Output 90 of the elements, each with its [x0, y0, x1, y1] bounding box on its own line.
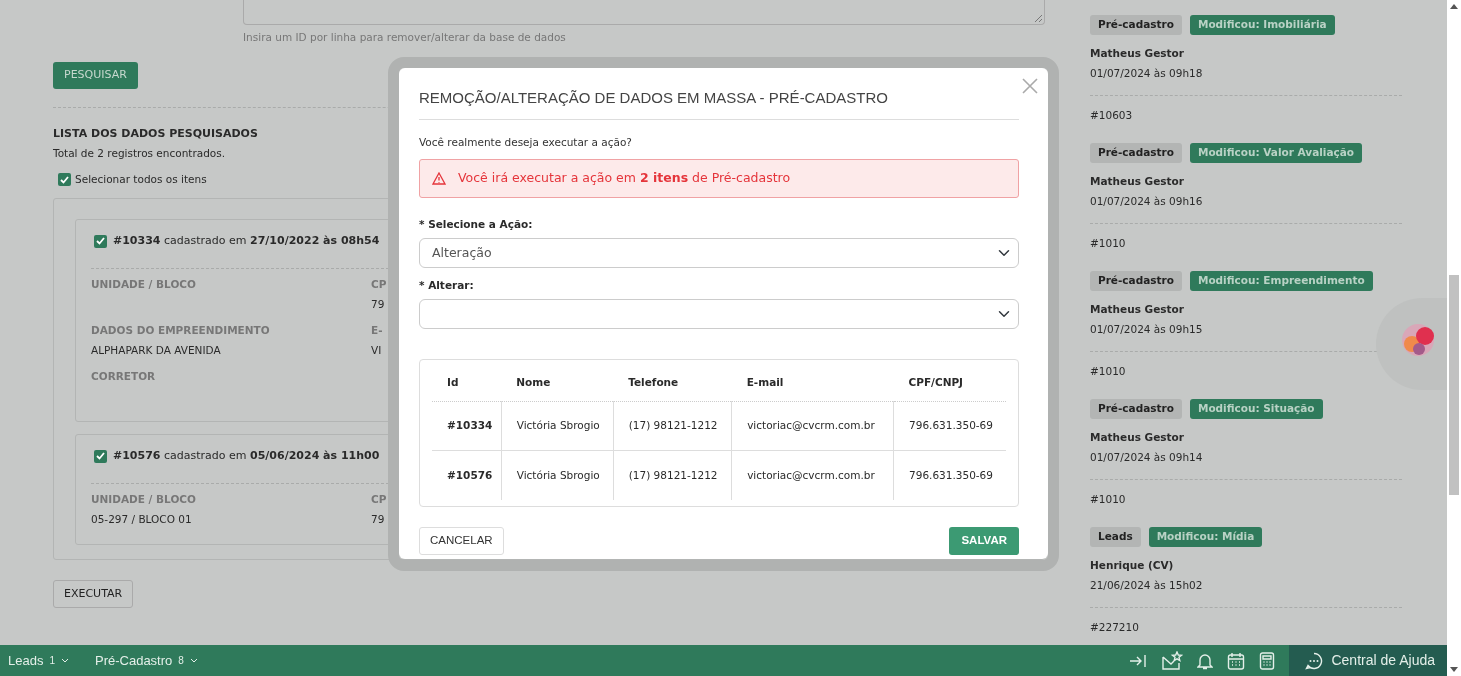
record-id: #10603 — [1090, 108, 1134, 124]
chevron-down-icon — [61, 658, 69, 663]
collapse-arrow-icon[interactable] — [1129, 652, 1148, 669]
search-button[interactable]: PESQUISAR — [53, 61, 138, 89]
scroll-down-icon[interactable] — [1450, 667, 1458, 672]
section-heading: LISTA DOS DADOS PESQUISADOS — [53, 125, 258, 142]
bottom-tab[interactable]: Leads 1 — [8, 650, 69, 671]
activity-date: 21/06/2024 às 15h02 — [1090, 577, 1204, 593]
column-header: CPF/CNPJ — [893, 363, 1006, 402]
activity-date: 01/07/2024 às 09h16 — [1090, 193, 1204, 209]
warning-alert: Você irá executar a ação em 2 itens de Pré-cadastro — [419, 159, 1019, 199]
user-name: Matheus Gestor — [1090, 45, 1185, 61]
activity-date: 01/07/2024 às 09h18 — [1090, 65, 1204, 81]
column-header: Nome — [501, 363, 614, 402]
table-cell: 796.631.350-69 — [893, 401, 1006, 451]
table-cell: (17) 98121-1212 — [613, 401, 732, 451]
activity-date: 01/07/2024 às 09h14 — [1090, 449, 1204, 465]
scrollbar-thumb[interactable] — [1449, 275, 1459, 495]
field-value: 05-297 / BLOCO 01 — [91, 511, 193, 527]
resize-grip-icon — [1035, 15, 1042, 22]
field-label: * Alterar: — [419, 278, 475, 293]
table-cell: (17) 98121-1212 — [613, 450, 732, 500]
field-hint: Insira um ID por linha para remover/alterar da base de dados — [243, 30, 566, 45]
scroll-up-icon[interactable] — [1450, 4, 1458, 9]
action-select[interactable]: Alteração — [419, 238, 1019, 268]
record-id: #1010 — [1090, 364, 1127, 380]
activity-date: 01/07/2024 às 09h15 — [1090, 321, 1204, 337]
modal-title: REMOÇÃO/ALTERAÇÃO DE DADOS EM MASSA - PRÉ-CADASTRO — [419, 68, 1019, 120]
chat-icon — [1305, 651, 1324, 670]
result-count: Total de 2 registros encontrados. — [53, 146, 226, 162]
checkbox[interactable] — [94, 449, 107, 463]
record-id: #1010 — [1090, 236, 1127, 252]
field-value: ALPHAPARK DA AVENIDA — [91, 342, 222, 358]
change-tag: Modificou: Imobiliária — [1189, 15, 1335, 35]
field-label: UNIDADE / BLOCO — [91, 491, 197, 507]
checkbox-label: Selecionar todos os itens — [75, 172, 207, 187]
checkbox[interactable] — [94, 234, 107, 248]
record-id: #1010 — [1090, 492, 1127, 508]
field-label: CP — [371, 491, 387, 507]
cancel-button[interactable]: CANCELAR — [419, 526, 504, 555]
change-tag: Modificou: Mídia — [1148, 527, 1263, 547]
user-name: Henrique (CV) — [1090, 557, 1175, 573]
field-label: UNIDADE / BLOCO — [91, 276, 197, 292]
bell-icon[interactable] — [1197, 651, 1214, 670]
column-header: E-mail — [731, 363, 894, 402]
user-name: Matheus Gestor — [1090, 173, 1185, 189]
module-tag: Pré-cadastro — [1090, 271, 1182, 291]
table-cell: #10334 — [432, 401, 502, 451]
record-id: #227210 — [1090, 620, 1140, 636]
column-header: Telefone — [613, 363, 732, 402]
warning-icon — [432, 172, 446, 186]
change-tag: Modificou: Valor Avaliação — [1189, 143, 1363, 163]
module-tag: Pré-cadastro — [1090, 15, 1182, 35]
field-label: E- — [371, 322, 383, 338]
table-cell: victoriac@cvcrm.com.br — [731, 401, 894, 451]
table-cell: Victória Sbrogio — [501, 450, 614, 500]
record-title: #10576 cadastrado em 05/06/2024 às 11h00 — [113, 448, 380, 464]
table-cell: victoriac@cvcrm.com.br — [731, 450, 894, 500]
table-cell: #10576 — [432, 450, 502, 500]
mail-star-icon[interactable] — [1161, 650, 1184, 671]
help-center-button[interactable]: Central de Ajuda — [1289, 645, 1447, 676]
save-button[interactable]: SALVAR — [949, 526, 1019, 555]
execute-button[interactable]: EXECUTAR — [53, 579, 134, 608]
calendar-icon[interactable] — [1227, 651, 1246, 670]
change-tag: Modificou: Empreendimento — [1189, 271, 1373, 291]
field-value: 79 — [371, 511, 386, 527]
field-label: DADOS DO EMPREENDIMENTO — [91, 322, 271, 338]
column-header: Id — [432, 363, 502, 402]
chevron-down-icon — [189, 658, 198, 663]
record-title: #10334 cadastrado em 27/10/2022 às 08h54 — [113, 233, 380, 249]
module-tag: Pré-cadastro — [1090, 143, 1182, 163]
checkbox[interactable] — [58, 173, 71, 187]
change-tag: Modificou: Situação — [1189, 399, 1323, 419]
textarea-field[interactable] — [243, 0, 1045, 25]
close-button[interactable] — [1022, 78, 1038, 95]
table-cell: 796.631.350-69 — [893, 450, 1006, 500]
user-name: Matheus Gestor — [1090, 429, 1185, 445]
user-name: Matheus Gestor — [1090, 301, 1185, 317]
module-tag: Leads — [1090, 527, 1141, 547]
table-cell: Victória Sbrogio — [501, 401, 614, 451]
confirmation-text: Você realmente deseja executar a ação? — [419, 134, 633, 150]
field-label: * Selecione a Ação: — [419, 217, 534, 233]
field-value: 79 — [371, 296, 386, 312]
chat-bubble-icon[interactable] — [1401, 323, 1435, 357]
field-value: VI — [371, 342, 383, 358]
module-tag: Pré-cadastro — [1090, 399, 1182, 419]
field-label: CP — [371, 276, 387, 292]
bottom-tab[interactable]: Pré-Cadastro 8 — [95, 650, 198, 671]
calculator-icon[interactable] — [1259, 651, 1276, 670]
field-label: CORRETOR — [91, 368, 157, 384]
